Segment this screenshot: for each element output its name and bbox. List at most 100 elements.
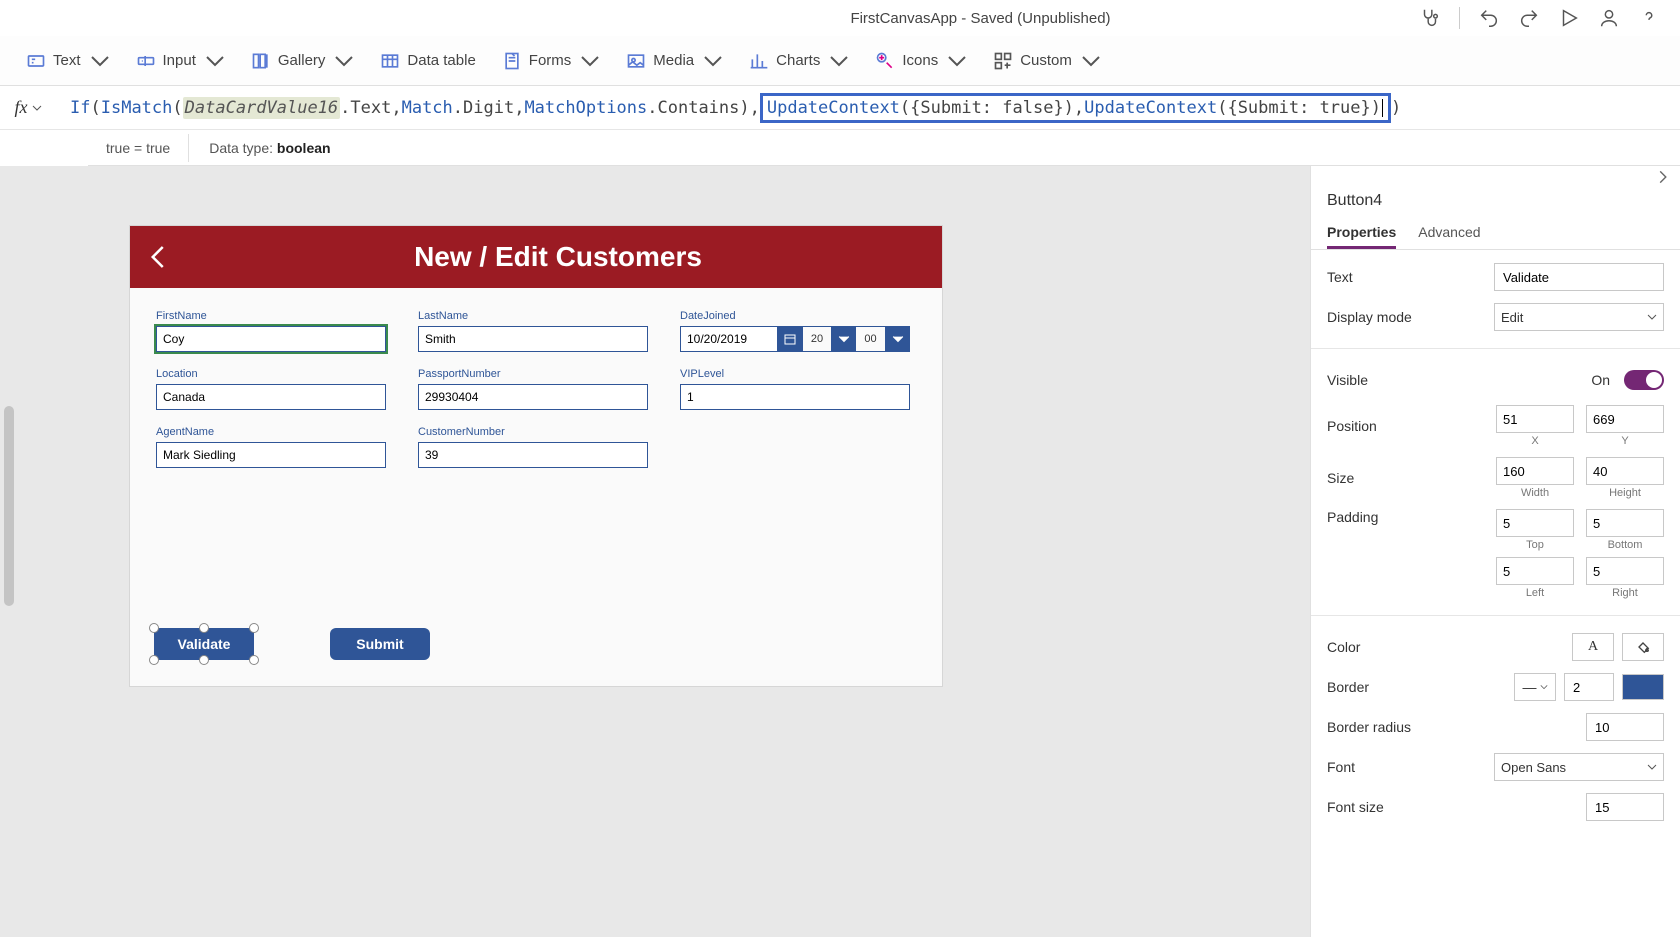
gallery-icon xyxy=(251,51,271,71)
selected-control[interactable]: Validate xyxy=(154,628,254,660)
datatable-icon xyxy=(380,51,400,71)
chevron-down-icon xyxy=(334,51,354,71)
token-matchoptions: MatchOptions xyxy=(524,98,647,118)
font-color-button[interactable]: A xyxy=(1572,633,1614,661)
size-width-input[interactable] xyxy=(1496,457,1574,485)
tab-properties[interactable]: Properties xyxy=(1327,218,1396,249)
prop-visible: Visible On xyxy=(1327,365,1664,395)
ribbon-label: Icons xyxy=(902,52,938,69)
position-x-input[interactable] xyxy=(1496,405,1574,433)
sublabel: Height xyxy=(1609,487,1641,499)
fx-label[interactable]: fx xyxy=(0,97,56,118)
font-select[interactable]: Open Sans xyxy=(1494,753,1664,781)
visible-toggle[interactable] xyxy=(1624,370,1664,390)
input-vip[interactable] xyxy=(680,384,910,410)
separator xyxy=(1459,7,1460,29)
label-vip: VIPLevel xyxy=(680,368,910,380)
ribbon-text[interactable]: Text xyxy=(26,51,110,71)
input-minute[interactable]: 00 xyxy=(856,326,886,352)
input-customerno[interactable] xyxy=(418,442,648,468)
canvas-screen[interactable]: New / Edit Customers FirstName LastName … xyxy=(130,226,942,686)
field-vip: VIPLevel xyxy=(680,368,910,410)
input-lastname[interactable] xyxy=(418,326,648,352)
ribbon-datatable[interactable]: Data table xyxy=(380,51,475,71)
calendar-icon[interactable] xyxy=(778,326,802,352)
sublabel: Top xyxy=(1526,539,1544,551)
ribbon-forms[interactable]: Forms xyxy=(502,51,601,71)
ribbon-label: Input xyxy=(163,52,196,69)
forms-icon xyxy=(502,51,522,71)
position-y-input[interactable] xyxy=(1586,405,1664,433)
token-close: ) xyxy=(1391,98,1401,118)
tab-advanced[interactable]: Advanced xyxy=(1418,218,1480,249)
ribbon-media[interactable]: Media xyxy=(626,51,723,71)
prop-displaymode-select[interactable]: Edit xyxy=(1494,303,1664,331)
sublabel: Width xyxy=(1521,487,1549,499)
border-color-swatch[interactable] xyxy=(1622,674,1664,700)
font-size-input[interactable] xyxy=(1586,793,1664,821)
play-icon[interactable] xyxy=(1558,7,1580,29)
undo-icon[interactable] xyxy=(1478,7,1500,29)
label-agent: AgentName xyxy=(156,426,386,438)
help-icon[interactable] xyxy=(1638,7,1660,29)
border-width-input[interactable] xyxy=(1564,673,1614,701)
input-date[interactable] xyxy=(680,326,778,352)
input-agent[interactable] xyxy=(156,442,386,468)
chevron-down-icon xyxy=(580,51,600,71)
chevron-down-icon xyxy=(829,51,849,71)
padding-right-input[interactable] xyxy=(1586,557,1664,585)
ribbon-charts[interactable]: Charts xyxy=(749,51,849,71)
field-passport: PassportNumber xyxy=(418,368,648,410)
prop-font: Font Open Sans xyxy=(1327,752,1664,782)
prop-label: Size xyxy=(1327,470,1488,486)
user-icon[interactable] xyxy=(1598,7,1620,29)
input-passport[interactable] xyxy=(418,384,648,410)
size-height-input[interactable] xyxy=(1586,457,1664,485)
field-datejoined: DateJoined 20 00 xyxy=(680,310,910,352)
token-digit: .Digit, xyxy=(453,98,525,118)
bucket-icon xyxy=(1635,639,1651,655)
sublabel: Right xyxy=(1612,587,1638,599)
chevron-right-icon[interactable] xyxy=(1656,170,1670,184)
input-icon xyxy=(136,51,156,71)
prop-label: Border radius xyxy=(1327,719,1578,735)
fill-color-button[interactable] xyxy=(1622,633,1664,661)
field-lastname: LastName xyxy=(418,310,648,352)
charts-icon xyxy=(749,51,769,71)
prop-text-input[interactable] xyxy=(1494,263,1664,291)
canvas-area[interactable]: New / Edit Customers FirstName LastName … xyxy=(0,166,1310,937)
input-location[interactable] xyxy=(156,384,386,410)
field-firstname: FirstName xyxy=(156,310,386,352)
chevron-down-icon xyxy=(1081,51,1101,71)
ribbon-label: Data table xyxy=(407,52,475,69)
property-panel: Button4 Properties Advanced Text Display… xyxy=(1310,166,1680,937)
back-icon[interactable] xyxy=(144,242,174,272)
padding-left-input[interactable] xyxy=(1496,557,1574,585)
ribbon-custom[interactable]: Custom xyxy=(993,51,1101,71)
chevron-down-icon[interactable] xyxy=(886,326,910,352)
formula-input[interactable]: If( IsMatch( DataCardValue16 .Text, Matc… xyxy=(56,93,1680,123)
submit-button[interactable]: Submit xyxy=(330,628,430,660)
border-style-select[interactable]: — xyxy=(1514,673,1556,701)
token-match: Match xyxy=(402,98,453,118)
input-firstname[interactable] xyxy=(156,326,386,352)
text-icon xyxy=(26,51,46,71)
padding-bottom-input[interactable] xyxy=(1586,509,1664,537)
input-hour[interactable]: 20 xyxy=(802,326,832,352)
main-area: New / Edit Customers FirstName LastName … xyxy=(0,166,1680,937)
ribbon-input[interactable]: Input xyxy=(136,51,225,71)
prop-size: Size Width Height xyxy=(1327,457,1664,499)
chevron-down-icon[interactable] xyxy=(832,326,856,352)
formula-highlight: UpdateContext ({Submit: false}), UpdateC… xyxy=(760,93,1391,123)
border-radius-input[interactable] xyxy=(1586,713,1664,741)
ribbon-label: Gallery xyxy=(278,52,326,69)
stethoscope-icon[interactable] xyxy=(1419,7,1441,29)
scrollbar[interactable] xyxy=(4,406,14,606)
prop-text: Text xyxy=(1327,262,1664,292)
sublabel: Left xyxy=(1526,587,1544,599)
ribbon-gallery[interactable]: Gallery xyxy=(251,51,355,71)
redo-icon[interactable] xyxy=(1518,7,1540,29)
padding-top-input[interactable] xyxy=(1496,509,1574,537)
ribbon-toolbar: Text Input Gallery Data table Forms Medi… xyxy=(0,36,1680,86)
ribbon-icons[interactable]: Icons xyxy=(875,51,967,71)
